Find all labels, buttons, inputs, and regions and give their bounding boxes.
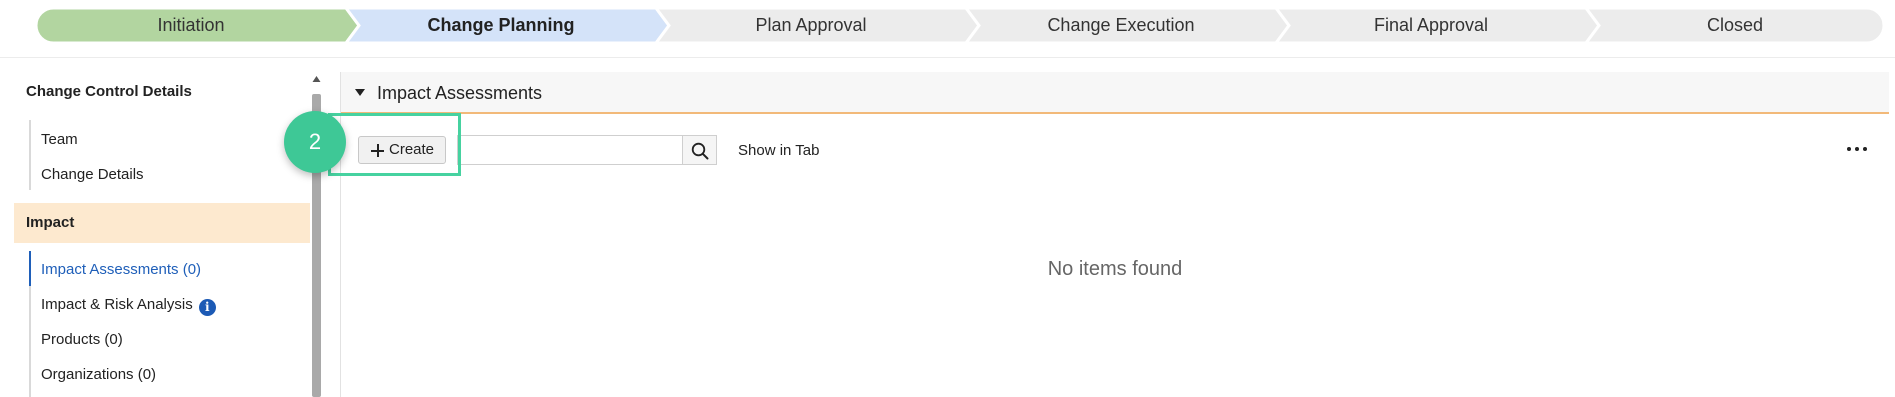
sidebar-item-impact-assessments[interactable]: Impact Assessments (0)	[41, 261, 201, 278]
step-change-planning[interactable]: Change Planning	[346, 8, 656, 43]
sidebar-selected-indicator	[29, 251, 31, 286]
sidebar-item-impact-risk-analysis[interactable]: Impact & Risk Analysis i	[41, 296, 216, 316]
search-button[interactable]	[682, 135, 717, 165]
info-icon[interactable]: i	[198, 299, 216, 316]
step-change-execution[interactable]: Change Execution	[966, 8, 1276, 43]
sidebar-nav: Change Control Details Team Change Detai…	[0, 58, 321, 397]
tutorial-highlight	[328, 113, 461, 176]
caret-down-icon[interactable]	[355, 89, 365, 96]
show-in-tab-link[interactable]: Show in Tab	[738, 142, 819, 159]
sidebar-heading-change-control-details[interactable]: Change Control Details	[26, 83, 192, 100]
step-final-approval[interactable]: Final Approval	[1276, 8, 1586, 43]
sidebar-item-products[interactable]: Products (0)	[41, 331, 123, 348]
sidebar-item-label: Impact & Risk Analysis	[41, 296, 193, 313]
step-closed[interactable]: Closed	[1586, 8, 1884, 43]
process-stepper: Initiation Change Planning Plan Approval…	[34, 6, 1886, 45]
search-icon	[691, 142, 709, 160]
impact-assessments-panel: Impact Assessments Create Show in Tab No…	[340, 72, 1889, 397]
more-options-icon[interactable]	[1847, 147, 1869, 153]
scroll-up-icon[interactable]	[312, 74, 321, 84]
sidebar-item-organizations[interactable]: Organizations (0)	[41, 366, 156, 383]
search-input[interactable]	[457, 135, 682, 165]
step-plan-approval[interactable]: Plan Approval	[656, 8, 966, 43]
step-initiation[interactable]: Initiation	[36, 8, 346, 43]
panel-title: Impact Assessments	[377, 83, 543, 103]
panel-toolbar: Create Show in Tab	[341, 129, 1889, 169]
panel-header[interactable]: Impact Assessments	[341, 72, 1889, 114]
empty-state-message: No items found	[1047, 258, 1183, 280]
tutorial-step-marker: 2	[284, 111, 346, 173]
sidebar-heading-impact[interactable]: Impact	[26, 214, 74, 231]
sidebar-item-change-details[interactable]: Change Details	[41, 166, 144, 183]
sidebar-group-line	[29, 120, 31, 190]
sidebar-item-team[interactable]: Team	[41, 131, 78, 148]
